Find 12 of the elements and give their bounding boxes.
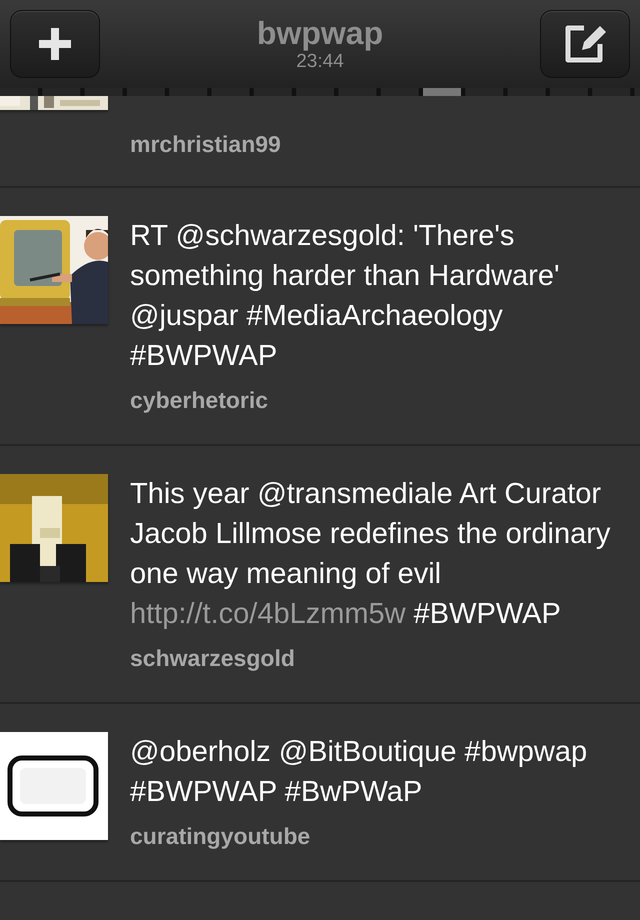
- tweet-author: mrchristian99: [130, 130, 282, 158]
- nav-time: 23:44: [296, 51, 344, 73]
- tweet-author: schwarzesgold: [130, 644, 296, 672]
- tweet-link[interactable]: http://t.co/4bLzmm5w: [130, 598, 406, 630]
- tweet-text: RT @schwarzesgold: 'There's something harder than Hardware' @juspar #MediaArchaeology #BWPWAP: [130, 219, 560, 374]
- tweet-author: cyberhetoric: [130, 386, 270, 414]
- nav-title: bwpwap: [256, 15, 384, 51]
- tweet-text: @oberholz @BitBoutique #bwpwap #BWPWAP #BwPWaP: [130, 735, 588, 810]
- add-button[interactable]: [10, 10, 100, 78]
- tweet-author: curatingyoutube: [130, 822, 312, 850]
- compose-button[interactable]: [540, 10, 630, 78]
- tweet-text: This year @transmediale Art Curator Jacob Lillmose redefines the ordinary one way meaning of evil http://t.co/4bLzmm5w #BWPWAP: [130, 477, 612, 632]
